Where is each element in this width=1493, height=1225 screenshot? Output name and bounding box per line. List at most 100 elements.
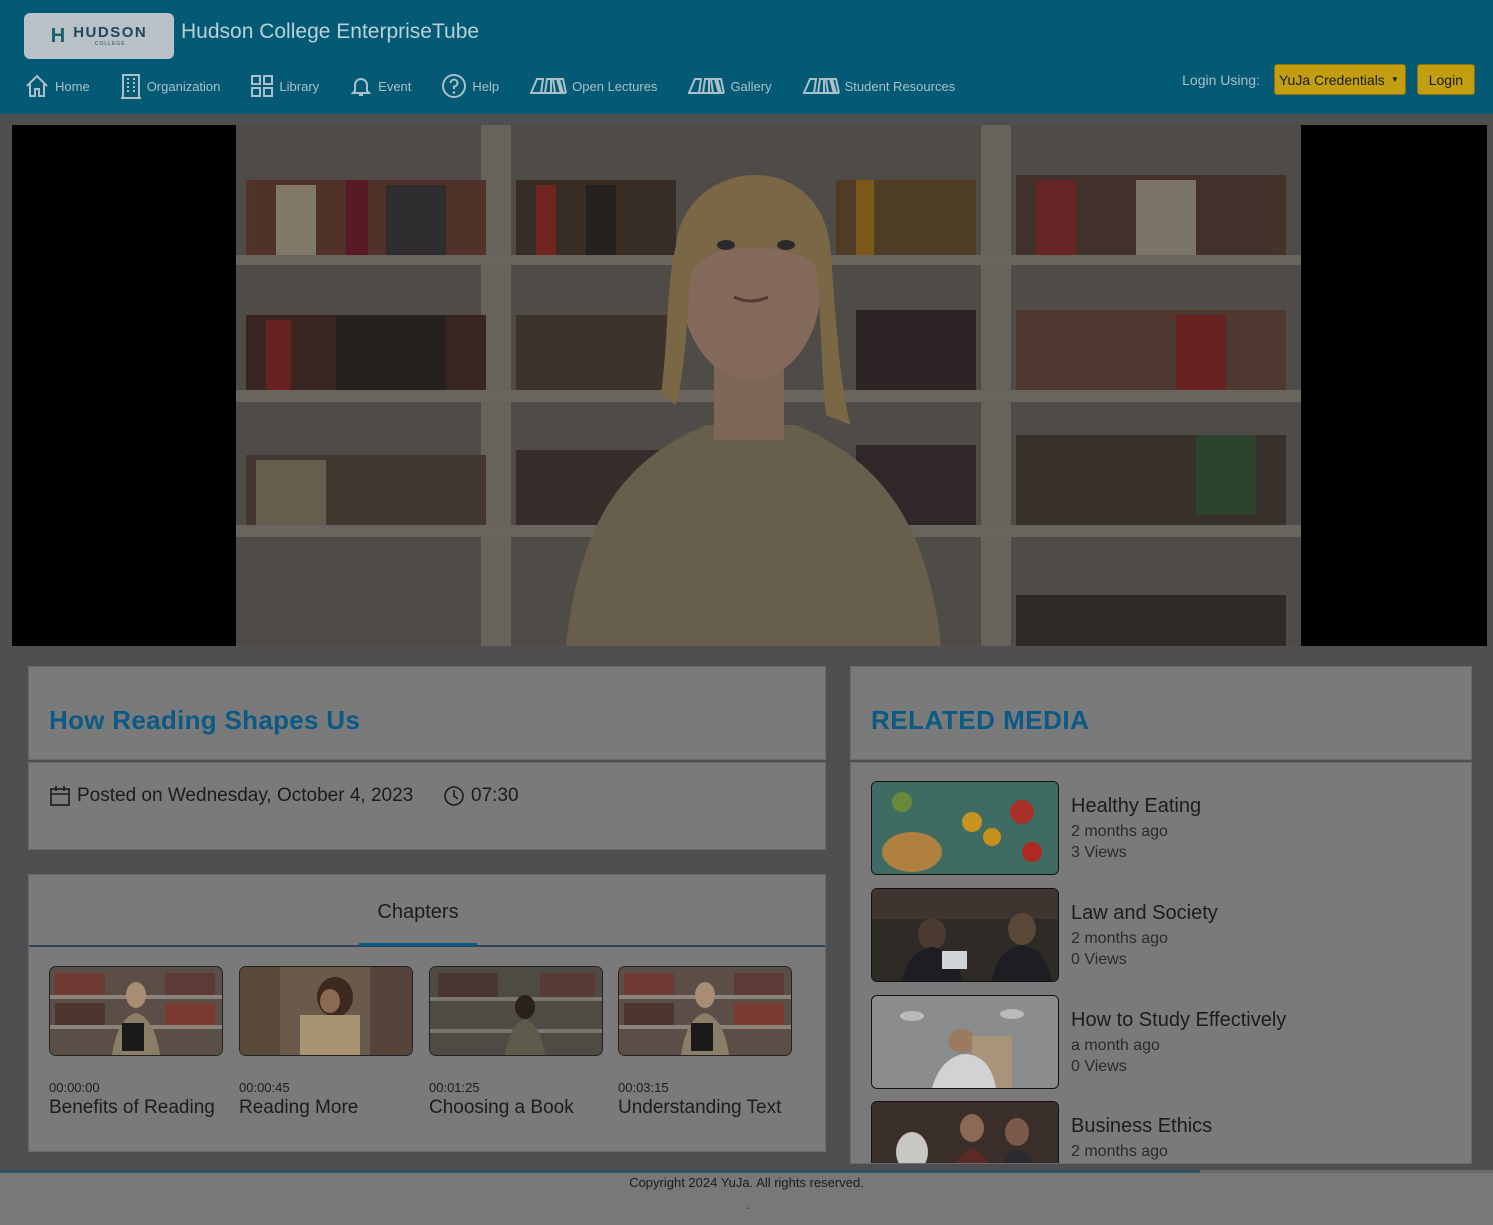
chapter-thumbnail-image xyxy=(619,967,791,1055)
related-thumbnail-image xyxy=(872,996,1058,1088)
video-frame[interactable] xyxy=(236,125,1301,646)
related-thumbnail-image xyxy=(872,782,1058,874)
related-views: 3 Views xyxy=(1071,844,1127,861)
video-meta-panel: Posted on Wednesday, October 4, 2023 07:… xyxy=(28,762,826,850)
video-still-image xyxy=(236,125,1301,646)
nav-help[interactable]: Help xyxy=(441,70,499,102)
footer-dash: - xyxy=(746,1203,750,1214)
chapter-thumbnail-image xyxy=(430,967,602,1055)
chapter-thumbnail[interactable] xyxy=(618,966,792,1056)
login-area: Login Using: YuJa Credentials ▼ Login xyxy=(1182,64,1475,95)
related-age: a month ago xyxy=(1071,1037,1160,1054)
related-age: 2 months ago xyxy=(1071,930,1168,947)
related-views: 0 Views xyxy=(1071,951,1127,968)
chapter-item[interactable]: 00:00:00 Benefits of Reading xyxy=(49,966,223,1119)
nav-label-organization: Organization xyxy=(146,78,221,94)
related-age: 2 months ago xyxy=(1071,1143,1168,1160)
nav-library[interactable]: Library xyxy=(250,70,319,102)
logo-h-icon: H xyxy=(50,24,66,47)
chapter-thumbnail-image xyxy=(240,967,412,1055)
related-thumbnail[interactable] xyxy=(871,781,1059,875)
posted-date-text: Posted on Wednesday, October 4, 2023 xyxy=(77,785,414,806)
help-circle-icon xyxy=(442,74,467,98)
related-thumbnail[interactable] xyxy=(871,995,1059,1089)
clock-icon xyxy=(444,786,464,806)
top-header: H HUDSON COLLEGE Hudson College Enterpri… xyxy=(0,0,1493,114)
tab-chapters[interactable]: Chapters xyxy=(359,901,477,924)
chapters-panel: Chapters 00:00:00 Benefits of Reading 00… xyxy=(28,874,826,1152)
nav-home[interactable]: Home xyxy=(24,70,90,102)
nav-label-gallery: Gallery xyxy=(730,78,772,94)
related-title[interactable]: Business Ethics xyxy=(1071,1115,1212,1138)
related-media-heading: RELATED MEDIA xyxy=(871,705,1090,735)
main-nav: Home Organization Library Event Help Ope… xyxy=(24,70,985,102)
nav-student-resources[interactable]: Student Resources xyxy=(802,70,956,102)
chapter-item[interactable]: 00:00:45 Reading More xyxy=(239,966,413,1119)
chapter-name: Choosing a Book xyxy=(429,1097,574,1118)
grid-icon xyxy=(251,75,274,97)
related-item[interactable]: How to Study Effectively a month ago 0 V… xyxy=(871,995,1451,1091)
credentials-selected-value: YuJa Credentials xyxy=(1278,71,1385,88)
site-title: Hudson College EnterpriseTube xyxy=(181,20,480,43)
related-thumbnail[interactable] xyxy=(871,888,1059,982)
nav-label-library: Library xyxy=(279,78,320,94)
nav-label-open-lectures: Open Lectures xyxy=(572,78,658,94)
login-button[interactable]: Login xyxy=(1416,64,1475,95)
page-footer: Copyright 2024 YuJa. All rights reserved… xyxy=(0,1173,1493,1225)
related-title[interactable]: Law and Society xyxy=(1071,902,1218,925)
caret-down-icon: ▼ xyxy=(1390,75,1399,84)
related-thumbnail-image xyxy=(872,889,1058,981)
chapter-thumbnail[interactable] xyxy=(429,966,603,1056)
chapter-thumbnail[interactable] xyxy=(239,966,413,1056)
video-player[interactable] xyxy=(12,125,1487,646)
related-title[interactable]: How to Study Effectively xyxy=(1071,1009,1286,1032)
logo-wordmark: HUDSON COLLEGE xyxy=(73,25,147,47)
college-logo[interactable]: H HUDSON COLLEGE xyxy=(24,13,174,59)
nav-gallery[interactable]: Gallery xyxy=(687,70,772,102)
related-thumbnail[interactable] xyxy=(871,1101,1059,1163)
chapter-name: Benefits of Reading xyxy=(49,1097,215,1118)
nav-open-lectures[interactable]: Open Lectures xyxy=(529,70,657,102)
related-item[interactable]: Law and Society 2 months ago 0 Views xyxy=(871,888,1451,984)
related-item[interactable]: Business Ethics 2 months ago xyxy=(871,1101,1451,1163)
books-icon xyxy=(530,78,568,94)
duration-text: 07:30 xyxy=(471,785,519,806)
related-age: 2 months ago xyxy=(1071,823,1168,840)
related-media-header: RELATED MEDIA xyxy=(850,666,1472,760)
posted-date: Posted on Wednesday, October 4, 2023 xyxy=(49,785,413,807)
related-item[interactable]: Healthy Eating 2 months ago 3 Views xyxy=(871,781,1451,877)
chapter-name: Reading More xyxy=(239,1097,359,1118)
related-title[interactable]: Healthy Eating xyxy=(1071,795,1201,818)
nav-label-event: Event xyxy=(378,78,412,94)
logo-text: HUDSON xyxy=(73,24,148,41)
chapter-time: 00:03:15 xyxy=(618,1080,669,1095)
building-icon xyxy=(120,74,141,99)
calendar-icon xyxy=(50,786,70,806)
nav-event[interactable]: Event xyxy=(349,70,411,102)
active-tab-indicator xyxy=(359,943,477,946)
chapter-item[interactable]: 00:01:25 Choosing a Book xyxy=(429,966,603,1119)
related-media-list[interactable]: Healthy Eating 2 months ago 3 Views Law … xyxy=(850,762,1472,1164)
credentials-select[interactable]: YuJa Credentials ▼ xyxy=(1273,64,1406,95)
logo-subtext: COLLEGE xyxy=(94,41,126,47)
bell-icon xyxy=(350,78,372,96)
books-icon xyxy=(688,78,726,94)
video-title-panel: How Reading Shapes Us xyxy=(28,666,826,760)
copyright-text: Copyright 2024 YuJa. All rights reserved… xyxy=(629,1175,864,1190)
chapter-item[interactable]: 00:03:15 Understanding Text xyxy=(618,966,792,1119)
books-icon xyxy=(802,78,840,94)
chapter-thumbnail[interactable] xyxy=(49,966,223,1056)
related-views: 0 Views xyxy=(1071,1058,1127,1075)
video-title: How Reading Shapes Us xyxy=(49,705,361,735)
nav-organization[interactable]: Organization xyxy=(120,70,221,102)
nav-label-help: Help xyxy=(472,78,500,94)
chapter-name: Understanding Text xyxy=(618,1097,782,1118)
chapter-thumbnail-image xyxy=(50,967,222,1055)
nav-label-student-resources: Student Resources xyxy=(844,78,956,94)
video-duration: 07:30 xyxy=(443,785,519,807)
chapter-time: 00:01:25 xyxy=(429,1080,480,1095)
home-icon xyxy=(26,74,48,97)
nav-label-home: Home xyxy=(55,78,90,94)
login-using-label: Login Using: xyxy=(1182,71,1260,88)
related-thumbnail-image xyxy=(872,1102,1058,1163)
